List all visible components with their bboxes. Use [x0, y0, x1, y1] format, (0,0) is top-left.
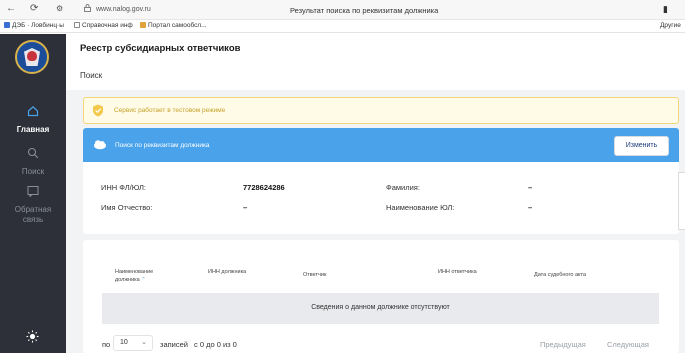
column-header-defendant[interactable]: Ответчик [303, 271, 326, 279]
page-subtitle: Поиск [80, 71, 103, 80]
inn-label: ИНН ФЛ/ЮЛ: [101, 183, 147, 192]
other-bookmarks[interactable]: Другие [660, 22, 681, 29]
home-icon [27, 105, 39, 117]
search-params-card: Поиск по реквизитам должника Изменить [83, 128, 679, 234]
fns-logo[interactable] [15, 40, 49, 74]
theme-toggle[interactable] [26, 330, 39, 348]
bookmark-icon[interactable]: ▮ [663, 4, 668, 15]
feedback-icon [27, 186, 39, 198]
emblem-eagle [27, 51, 37, 61]
bookmark-item[interactable]: ДЭБ · Ловбинц·ы [4, 22, 64, 29]
next-page-button[interactable]: Следующая [607, 340, 649, 349]
per-page-prefix: по [102, 340, 111, 349]
bookmark-icon [4, 22, 10, 28]
org-name-value: – [528, 203, 533, 212]
lock-icon [84, 4, 91, 12]
records-range: с 0 до 0 из 0 [194, 340, 237, 349]
per-page-value: 10 [120, 339, 128, 346]
page-icon [74, 22, 80, 28]
empty-results-text: Сведения о данном должнике отсутствуют [311, 304, 450, 311]
sun-icon [26, 330, 39, 343]
cloud-icon [94, 140, 106, 150]
surname-value: – [528, 183, 533, 192]
inn-value: 7728624286 [243, 183, 285, 192]
bookmarks-bar: ДЭБ · Ловбинц·ы Справочная инф Портал са… [0, 20, 685, 33]
name-value: – [243, 203, 248, 212]
search-icon [27, 147, 39, 159]
browser-toolbar: ← ⟳ ⚙ www.nalog.gov.ru Результат поиска … [0, 0, 685, 20]
surname-label: Фамилия: [386, 183, 420, 192]
per-page-suffix: записей [160, 340, 188, 349]
search-params-title: Поиск по реквизитам должника [115, 142, 210, 149]
test-mode-alert: Сервис работает в тестовом режиме [83, 97, 679, 124]
column-header-debtor-inn[interactable]: ИНН должника [208, 268, 248, 276]
sidebar-item-label: Главная [16, 125, 50, 134]
change-button[interactable]: Изменить [614, 136, 669, 156]
bookmark-item[interactable]: Портал самообсл... [140, 22, 207, 29]
column-header-debtor-name[interactable]: Наименование должника ⌃ [115, 268, 170, 284]
sidebar-item-search[interactable]: Поиск [0, 146, 66, 177]
sidebar-item-home[interactable]: Главная [0, 104, 66, 135]
chevron-down-icon: ⌄ [141, 339, 147, 346]
bookmark-item[interactable]: Справочная инф [74, 22, 133, 29]
feedback-side-tab[interactable] [678, 172, 685, 230]
prev-page-button[interactable]: Предыдущая [540, 340, 586, 349]
sidebar-item-feedback[interactable]: Обратная связь [0, 184, 66, 225]
empty-results-row: Сведения о данном должнике отсутствуют [102, 293, 659, 324]
column-header-defendant-inn[interactable]: ИНН ответчика [438, 268, 482, 276]
alert-text: Сервис работает в тестовом режиме [114, 107, 226, 114]
site-info-icon[interactable]: ⚙ [56, 4, 63, 13]
back-arrow-icon[interactable]: ← [6, 3, 16, 14]
search-params-header: Поиск по реквизитам должника Изменить [83, 128, 679, 162]
shield-check-icon [93, 104, 103, 117]
page-title: Реестр субсидиарных ответчиков [80, 43, 241, 54]
sidebar-item-label: Обратная связь [14, 205, 52, 224]
sidebar-item-label: Поиск [21, 167, 45, 176]
address-bar[interactable]: www.nalog.gov.ru [96, 6, 151, 13]
per-page-select[interactable]: 10 ⌄ [113, 335, 153, 351]
name-label: Имя Отчество: [101, 203, 153, 212]
sort-arrow-icon: ⌃ [141, 277, 146, 283]
org-name-label: Наименование ЮЛ: [386, 203, 455, 212]
page-header: Реестр субсидиарных ответчиков Поиск [66, 34, 685, 90]
bookmark-icon [140, 22, 146, 28]
column-header-court-date[interactable]: Дата судебного акта [534, 271, 586, 279]
tab-title: Результат поиска по реквизитам должника [290, 6, 439, 15]
sidebar: Главная Поиск Обратная связь [0, 34, 66, 353]
reload-icon[interactable]: ⟳ [30, 3, 38, 14]
